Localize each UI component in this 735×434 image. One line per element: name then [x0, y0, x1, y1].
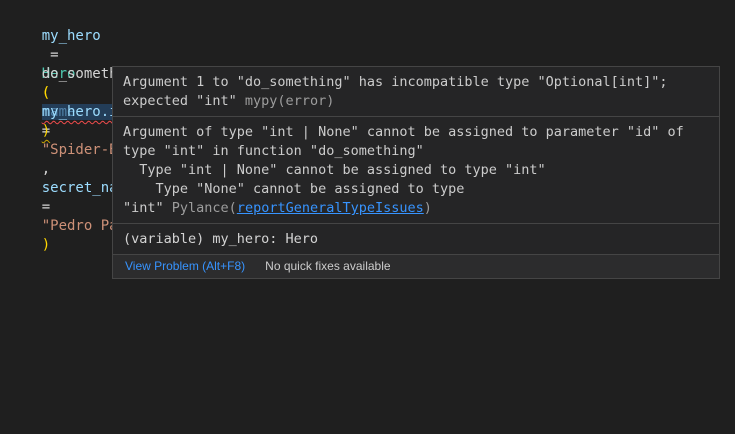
no-quick-fixes-label: No quick fixes available [265, 259, 390, 273]
variable-type-info: (variable) my_hero: Hero [123, 230, 709, 249]
pylance-diagnostic-section: Argument of type "int | None" cannot be … [113, 116, 719, 223]
diagnostic-source-label: Pylance( [172, 200, 237, 216]
equals-token: = [42, 199, 50, 215]
diagnostic-source-label: mypy(error) [245, 93, 334, 109]
open-paren-token: ( [42, 85, 50, 101]
diagnostic-text: "int" Pylance(reportGeneralTypeIssues) [123, 199, 709, 218]
diagnostic-text: type "int" in function "do_something" [123, 142, 709, 161]
view-problem-link[interactable]: View Problem (Alt+F8) [125, 259, 245, 273]
variable-info-section: (variable) my_hero: Hero [113, 223, 719, 254]
close-paren-token: ) [42, 237, 50, 253]
hover-status-bar: View Problem (Alt+F8) No quick fixes ava… [113, 254, 719, 278]
diagnostic-text: Argument 1 to "do_something" has incompa… [123, 73, 709, 92]
comma-token: , [42, 161, 59, 177]
variable-token: my_hero [42, 28, 101, 44]
hover-tooltip: Argument 1 to "do_something" has incompa… [112, 66, 720, 279]
diagnostic-text: expected "int" [123, 93, 245, 109]
report-rule-link[interactable]: reportGeneralTypeIssues [237, 200, 424, 216]
diagnostic-text: Type "None" cannot be assigned to type [123, 180, 709, 199]
editor: my_hero = Hero ( name = "Spider-Boy" , s… [0, 0, 735, 434]
diagnostic-source-label: ) [424, 200, 432, 216]
diagnostic-text: expected "int" mypy(error) [123, 92, 709, 111]
diagnostic-text: Type "int | None" cannot be assigned to … [123, 161, 709, 180]
mypy-diagnostic-section: Argument 1 to "do_something" has incompa… [113, 67, 719, 116]
close-paren-token: ) [42, 123, 50, 139]
diagnostic-text: "int" [123, 200, 172, 216]
diagnostic-text: Argument of type "int | None" cannot be … [123, 123, 709, 142]
